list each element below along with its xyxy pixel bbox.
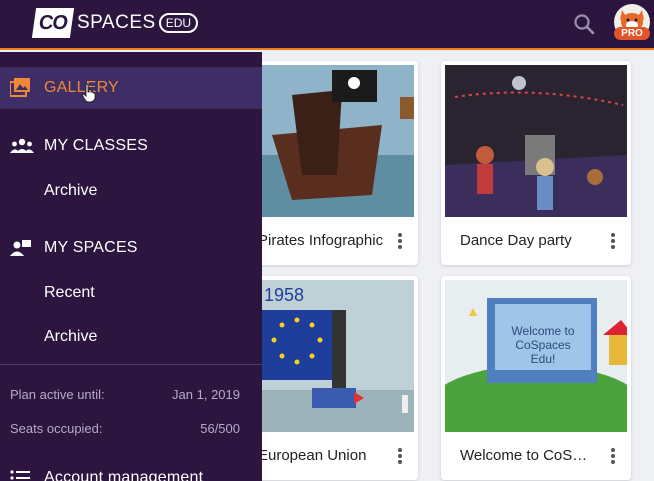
seats-value: 56/500	[200, 421, 240, 436]
nav-item-spaces-recent[interactable]: Recent	[44, 284, 95, 302]
gallery-card[interactable]: Welcome to CoSpaces Edu! Welcome to CoSp…	[441, 276, 631, 480]
card-thumbnail: Welcome to CoSpaces Edu!	[445, 280, 627, 432]
gallery-card[interactable]: Dance Day party	[441, 61, 631, 265]
more-options-icon[interactable]	[398, 233, 402, 249]
welcome-line: Edu!	[530, 352, 556, 366]
more-options-icon[interactable]	[398, 448, 402, 464]
nav-label-my-classes: MY CLASSES	[44, 137, 148, 154]
logo-edu-badge: EDU	[158, 13, 199, 33]
drawer-divider	[0, 364, 262, 365]
welcome-line: CoSpaces	[515, 338, 571, 352]
list-icon	[10, 470, 30, 480]
nav-item-my-spaces[interactable]: MY SPACES	[0, 227, 262, 269]
nav-label-account-management: Account management	[44, 469, 204, 481]
search-icon[interactable]	[572, 12, 596, 36]
card-title: Pirates Infographic	[258, 232, 384, 249]
people-icon	[10, 138, 34, 153]
more-options-icon[interactable]	[611, 448, 615, 464]
logo-spaces: SPACES	[77, 12, 156, 33]
pro-badge: PRO	[614, 27, 650, 40]
seats-label: Seats occupied:	[10, 421, 103, 436]
cospaces-logo[interactable]: CO SPACES EDU	[31, 7, 199, 39]
nav-item-classes-archive[interactable]: Archive	[44, 182, 97, 200]
nav-item-gallery[interactable]: GALLERY	[0, 67, 262, 109]
thumbnail-welcome-text: Welcome to CoSpaces Edu!	[495, 324, 591, 366]
nav-item-spaces-archive[interactable]: Archive	[44, 328, 97, 346]
top-bar: CO SPACES EDU PRO	[0, 0, 654, 50]
nav-item-my-classes[interactable]: MY CLASSES	[0, 125, 262, 167]
logo-co: CO	[31, 8, 75, 38]
card-title: Welcome to CoSpaces Edu!	[460, 447, 588, 464]
card-title: European Union	[258, 447, 367, 464]
nav-label-my-spaces: MY SPACES	[44, 239, 138, 256]
card-thumbnail	[445, 65, 627, 217]
card-title: Dance Day party	[460, 232, 572, 249]
plan-value: Jan 1, 2019	[172, 387, 240, 402]
navigation-drawer: GALLERY MY CLASSES Archive MY SPACES Rec…	[0, 52, 262, 481]
more-options-icon[interactable]	[611, 233, 615, 249]
person-spaces-icon	[10, 240, 31, 256]
nav-item-account-management[interactable]: Account management	[0, 457, 262, 481]
plan-label: Plan active until:	[10, 387, 105, 402]
welcome-line: Welcome to	[511, 324, 575, 338]
hand-cursor-icon	[82, 83, 96, 103]
gallery-icon	[10, 78, 30, 97]
thumbnail-year: 1958	[264, 285, 305, 305]
